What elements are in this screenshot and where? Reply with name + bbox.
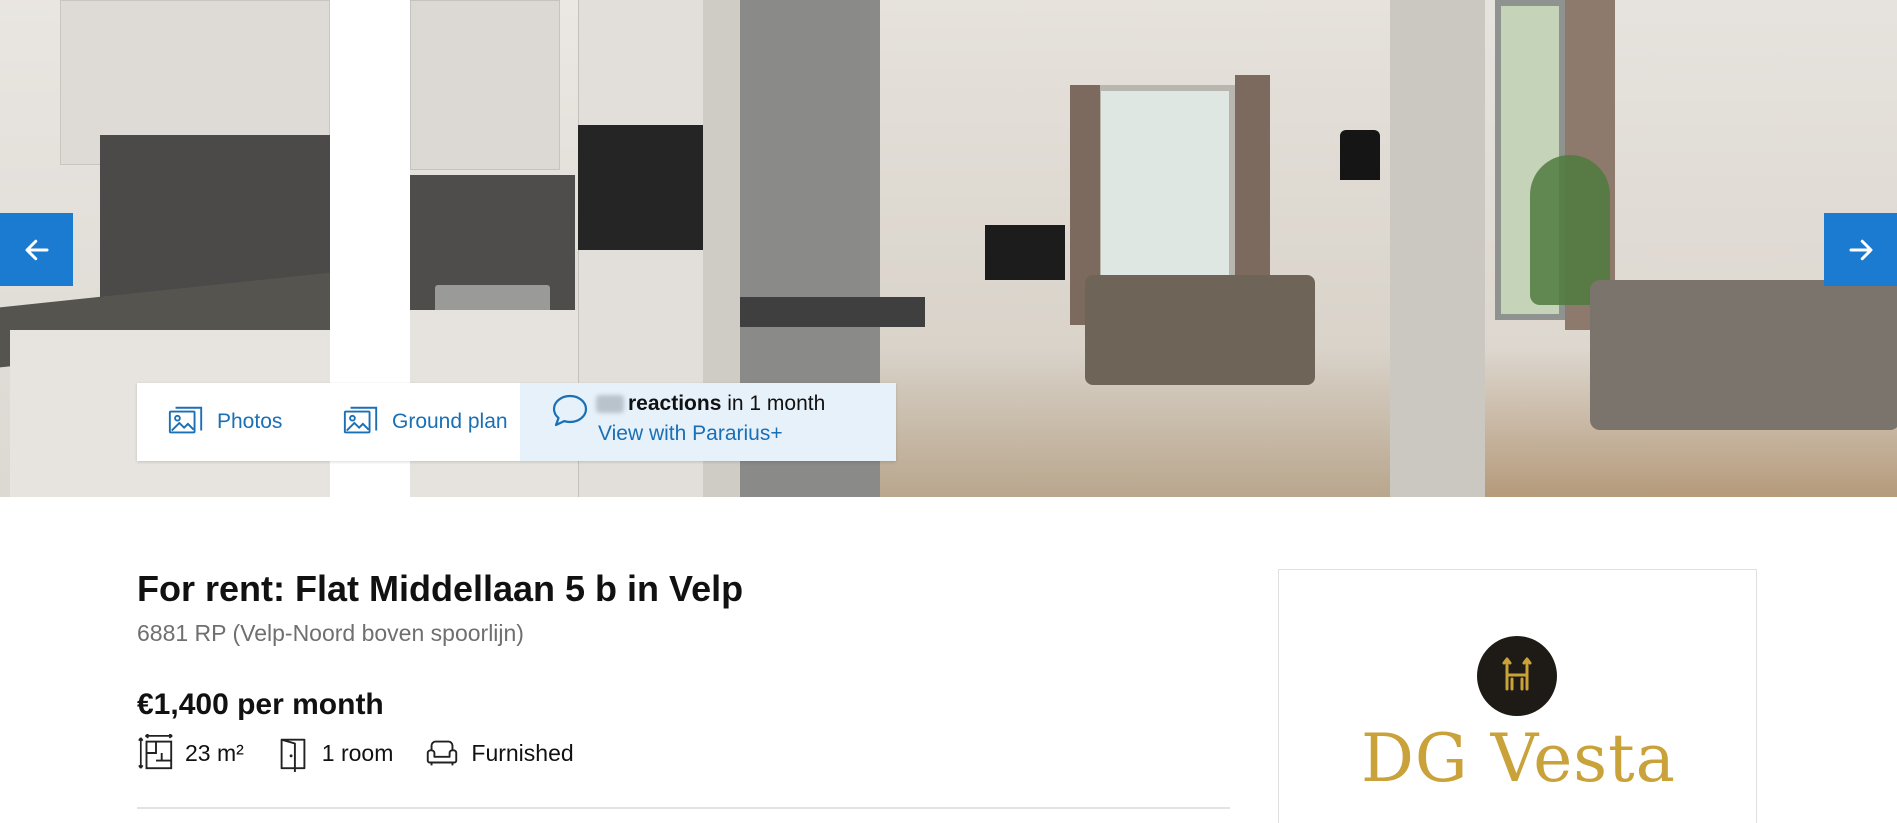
reactions-panel[interactable]: reactions in 1 month View with Pararius+: [520, 383, 896, 461]
section-divider: [137, 807, 1230, 809]
feature-rooms-label: 1 room: [321, 739, 394, 766]
gallery-next-button[interactable]: [1824, 213, 1897, 286]
ground-plan-label: Ground plan: [392, 410, 508, 433]
feature-furnished-label: Furnished: [471, 739, 574, 766]
upper-cabinet-2: [410, 0, 560, 170]
photos-label: Photos: [217, 410, 283, 433]
feature-furnished: Furnished: [423, 734, 574, 772]
television: [985, 225, 1065, 280]
reactions-bold: reactions: [628, 392, 722, 415]
blurred-count: [596, 395, 624, 414]
bed: [1085, 275, 1315, 385]
feature-rooms: 1 room: [274, 734, 394, 772]
door-icon: [280, 738, 306, 772]
agent-logo[interactable]: [1477, 636, 1557, 716]
arrow-left-icon: [25, 239, 48, 260]
gallery-prev-button[interactable]: [0, 213, 73, 286]
arrow-right-icon: [1849, 239, 1872, 260]
oven: [578, 125, 703, 250]
agent-card[interactable]: DG Vesta: [1278, 569, 1757, 823]
listing-price: €1,400 per month: [137, 688, 384, 721]
reactions-suffix: in 1 month: [721, 392, 826, 415]
reactions-text: reactions in 1 month View with Pararius+: [596, 389, 825, 449]
listing-title: For rent: Flat Middellaan 5 b in Velp: [137, 568, 744, 609]
listing-features: 23 m² 1 room Furnished: [137, 734, 604, 772]
floor-area-icon: [138, 734, 173, 770]
chat-bubble-icon: [552, 394, 588, 427]
wall-divider: [1390, 0, 1485, 497]
media-bar: Photos Ground plan reactions in 1 month …: [137, 383, 896, 461]
agent-logo-emblem-icon: [1502, 657, 1532, 691]
bed-2: [1590, 280, 1897, 430]
feature-area: 23 m²: [137, 734, 244, 772]
ground-plan-button[interactable]: Ground plan: [312, 383, 520, 461]
desk: [740, 297, 925, 327]
sink: [435, 285, 550, 313]
listing-address[interactable]: 6881 RP (Velp-Noord boven spoorlijn): [137, 620, 524, 647]
photo-gallery[interactable]: Photos Ground plan reactions in 1 month …: [0, 0, 1897, 497]
image-icon: [168, 406, 203, 434]
image-icon: [343, 406, 378, 434]
agent-name[interactable]: DG Vesta: [1279, 720, 1758, 797]
photos-button[interactable]: Photos: [137, 383, 312, 461]
lamp: [1340, 130, 1380, 180]
sofa-icon: [427, 740, 458, 766]
pararius-plus-link[interactable]: View with Pararius+: [598, 419, 825, 449]
feature-area-label: 23 m²: [185, 739, 244, 766]
